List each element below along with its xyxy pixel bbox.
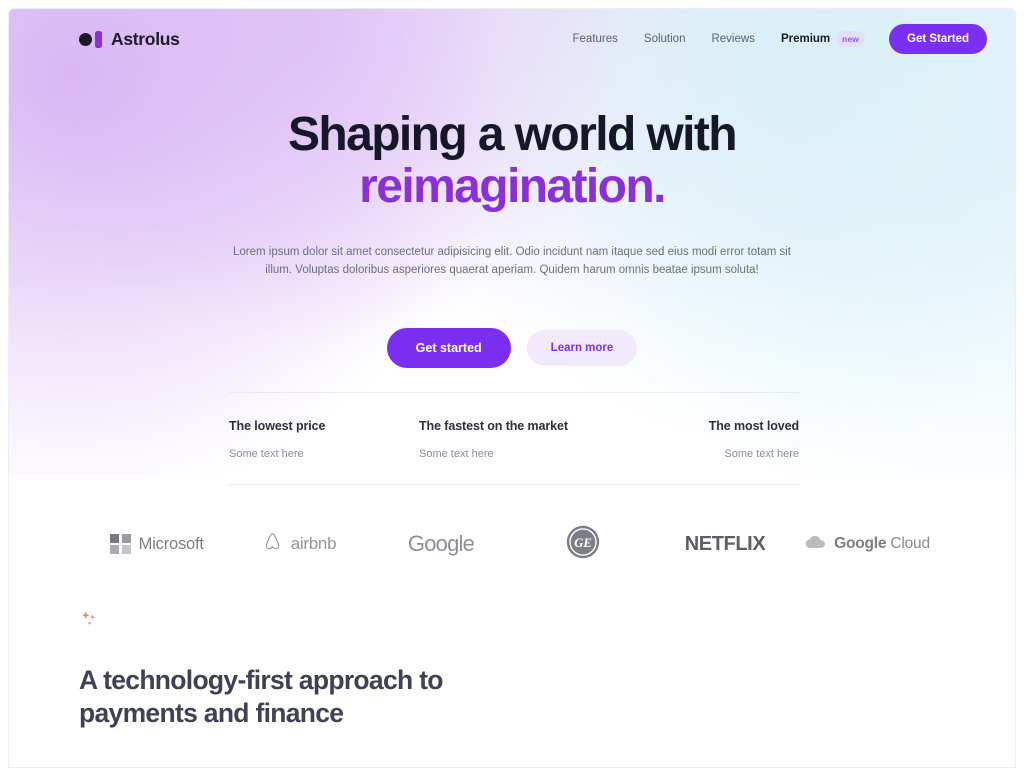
google-cloud-icon bbox=[804, 533, 826, 556]
microsoft-icon bbox=[110, 533, 131, 555]
feature-text: Some text here bbox=[724, 448, 799, 460]
feature-title: The fastest on the market bbox=[419, 419, 568, 433]
logo-label-secondary: Cloud bbox=[890, 535, 930, 552]
logo-label: NETFLIX bbox=[684, 532, 766, 555]
logo-label: Google bbox=[407, 531, 475, 556]
hero-subtitle: Lorem ipsum dolor sit amet consectetur a… bbox=[232, 245, 791, 277]
hero-title-line-2: reimagination. bbox=[359, 159, 666, 213]
svg-text:GE: GE bbox=[574, 535, 592, 549]
logo-google: Google bbox=[370, 531, 512, 557]
feature-title: The lowest price bbox=[229, 419, 326, 433]
feature-strip: The lowest price Some text here The fast… bbox=[229, 392, 799, 485]
logo-airbnb: airbnb bbox=[228, 531, 370, 557]
airbnb-icon bbox=[262, 531, 283, 557]
hero-title-line-1: Shaping a world with bbox=[287, 108, 738, 161]
technology-section-title: A technology-first approach to payments … bbox=[79, 665, 443, 729]
feature-item-fastest: The fastest on the market Some text here bbox=[419, 419, 609, 460]
logo-google-cloud: Google Cloud bbox=[796, 533, 938, 556]
feature-title: The most loved bbox=[708, 419, 799, 433]
hero-section: Astrolus Features Solution Reviews Premi… bbox=[9, 9, 1015, 558]
page-frame: Astrolus Features Solution Reviews Premi… bbox=[8, 8, 1016, 768]
sparkles-icon bbox=[79, 609, 975, 636]
page-title: Shaping a world with reimagination. bbox=[9, 109, 1015, 213]
logo-label: Microsoft bbox=[138, 534, 204, 553]
hero-content: Shaping a world with reimagination. Lore… bbox=[9, 9, 1015, 368]
feature-item-lowest-price: The lowest price Some text here bbox=[229, 419, 419, 460]
logo-bar: Microsoft airbnb Google GE NETFLIX Googl… bbox=[9, 517, 1015, 571]
logo-ge: GE bbox=[512, 524, 654, 565]
feature-text: Some text here bbox=[229, 448, 304, 460]
logo-microsoft: Microsoft bbox=[86, 533, 228, 555]
learn-more-button[interactable]: Learn more bbox=[526, 329, 638, 366]
logo-label: airbnb bbox=[290, 534, 337, 553]
ge-icon: GE bbox=[565, 524, 601, 565]
technology-section: A technology-first approach to payments … bbox=[79, 609, 975, 731]
logo-label: Google Cloud bbox=[834, 535, 930, 553]
feature-text: Some text here bbox=[419, 448, 494, 460]
get-started-button[interactable]: Get started bbox=[386, 327, 511, 368]
hero-cta-group: Get started Learn more bbox=[9, 327, 1015, 368]
logo-label-primary: Google bbox=[834, 535, 887, 552]
logo-netflix: NETFLIX bbox=[654, 533, 796, 556]
feature-item-most-loved: The most loved Some text here bbox=[609, 419, 799, 460]
